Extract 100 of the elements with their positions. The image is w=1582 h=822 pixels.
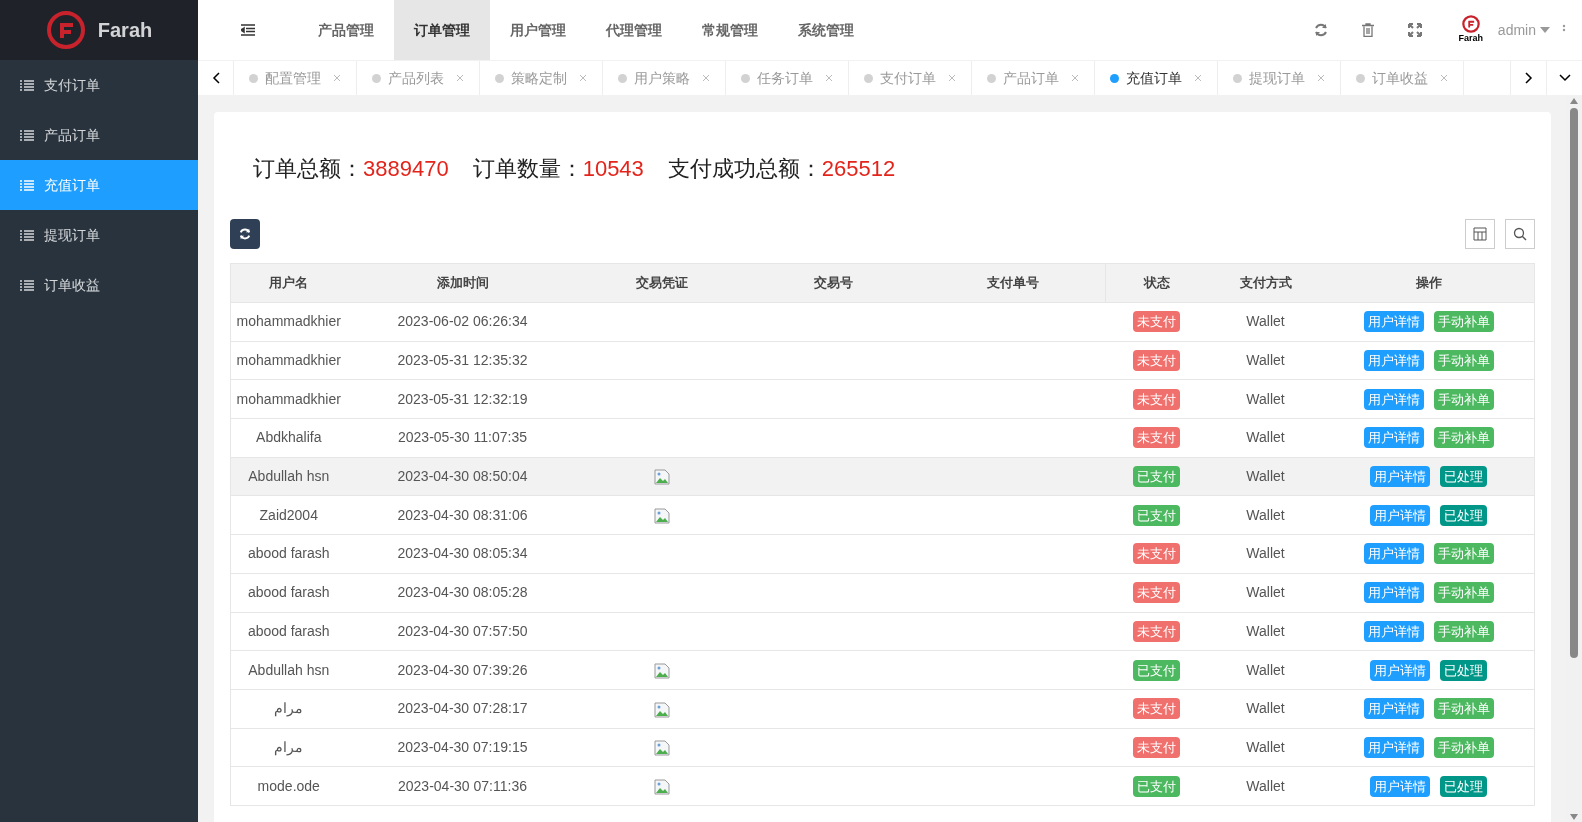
page-tab[interactable]: 任务订单 [726, 61, 849, 95]
column-header: 支付单号 [920, 263, 1106, 303]
user-detail-button[interactable]: 用户详情 [1363, 620, 1424, 642]
table-row[interactable]: Abdkhalifa 2023-05-30 11:07:35 未支付 Wallet 用户详情 手动补单 [230, 418, 1535, 458]
table-cell: 2023-05-31 12:32:19 [397, 390, 528, 407]
column-header: 添加时间 [346, 263, 579, 303]
sidebar-item[interactable]: 支付订单 [0, 60, 198, 110]
user-detail-button[interactable]: 用户详情 [1363, 427, 1424, 449]
user-detail-button[interactable]: 用户详情 [1363, 543, 1424, 565]
action-button[interactable]: 已处理 [1440, 775, 1488, 797]
close-icon[interactable] [825, 74, 833, 82]
close-icon[interactable] [948, 74, 956, 82]
action-button[interactable]: 手动补单 [1433, 350, 1494, 372]
close-icon[interactable] [333, 74, 341, 82]
table-row[interactable]: abood farash 2023-04-30 08:05:28 未支付 Wallet 用户详情 手动补单 [230, 573, 1535, 612]
table-cell: Wallet [1246, 390, 1285, 407]
columns-button[interactable] [1465, 219, 1495, 249]
trash-icon[interactable] [1361, 23, 1374, 37]
list-icon [20, 79, 34, 91]
close-icon[interactable] [1071, 74, 1079, 82]
action-button[interactable]: 手动补单 [1433, 311, 1494, 333]
action-button[interactable]: 手动补单 [1433, 427, 1494, 449]
close-icon[interactable] [456, 74, 464, 82]
page-tab[interactable]: 配置管理 [234, 61, 357, 95]
table-cell: 2023-04-30 07:39:26 [397, 661, 528, 678]
close-icon[interactable] [702, 74, 710, 82]
user-detail-button[interactable]: 用户详情 [1370, 659, 1431, 681]
table-row[interactable]: Abdullah hsn 2023-04-30 08:50:04 已支付 Wallet 用户详情 已处理 [230, 457, 1535, 496]
summary-value: 10543 [582, 155, 644, 183]
menu-icon[interactable] [241, 24, 255, 36]
action-button[interactable]: 已处理 [1440, 659, 1488, 681]
action-button[interactable]: 手动补单 [1433, 582, 1494, 604]
action-button[interactable]: 手动补单 [1433, 388, 1494, 410]
status-badge: 未支付 [1133, 620, 1180, 642]
page-tab[interactable]: 提现订单 [1218, 61, 1341, 95]
user-detail-button[interactable]: 用户详情 [1363, 736, 1424, 758]
close-icon[interactable] [1317, 74, 1325, 82]
table-cell: Wallet [1246, 506, 1285, 523]
user-detail-button[interactable]: 用户详情 [1363, 698, 1424, 720]
table-cell: Wallet [1246, 313, 1285, 330]
refresh-button[interactable] [230, 219, 260, 249]
user-detail-button[interactable]: 用户详情 [1363, 388, 1424, 410]
nav-tab[interactable]: 代理管理 [586, 0, 682, 60]
table-cell: Abdullah hsn [248, 661, 330, 678]
user-detail-button[interactable]: 用户详情 [1370, 775, 1431, 797]
avatar-logo-icon[interactable] [1461, 15, 1480, 33]
scroll-down-icon[interactable] [1570, 814, 1578, 820]
user-detail-button[interactable]: 用户详情 [1363, 582, 1424, 604]
table-row[interactable]: mohammadkhier 2023-05-31 12:32:19 未支付 Wallet 用户详情 手动补单 [230, 379, 1535, 419]
table-cell: 2023-06-02 06:26:34 [397, 313, 528, 330]
user-detail-button[interactable]: 用户详情 [1363, 311, 1424, 333]
sidebar-item[interactable]: 提现订单 [0, 210, 198, 260]
sidebar-item[interactable]: 订单收益 [0, 260, 198, 310]
table-row[interactable]: abood farash 2023-04-30 07:57:50 未支付 Wallet 用户详情 手动补单 [230, 612, 1535, 651]
nav-tab[interactable]: 常规管理 [682, 0, 778, 60]
nav-tab[interactable]: 订单管理 [394, 0, 490, 60]
action-button[interactable]: 手动补单 [1433, 698, 1494, 720]
fullscreen-icon[interactable] [1407, 23, 1422, 37]
action-button[interactable]: 手动补单 [1433, 736, 1494, 758]
user-detail-button[interactable]: 用户详情 [1363, 350, 1424, 372]
table-row[interactable]: mohammadkhier 2023-05-31 12:35:32 未支付 Wallet 用户详情 手动补单 [230, 341, 1535, 380]
scroll-up-icon[interactable] [1570, 98, 1578, 104]
action-button[interactable]: 手动补单 [1433, 620, 1494, 642]
action-button[interactable]: 已处理 [1440, 466, 1488, 488]
table-row[interactable]: mohammadkhier 2023-06-02 06:26:34 未支付 Wallet 用户详情 手动补单 [230, 302, 1535, 342]
nav-tab[interactable]: 用户管理 [490, 0, 586, 60]
page-tab[interactable]: 充值订单 [1095, 61, 1218, 95]
table-row[interactable]: abood farash 2023-04-30 08:05:34 未支付 Wallet 用户详情 手动补单 [230, 534, 1535, 574]
close-icon[interactable] [1440, 74, 1448, 82]
table-cell: Wallet [1246, 584, 1285, 601]
column-header: 交易号 [745, 263, 921, 303]
refresh-icon[interactable] [1313, 23, 1328, 37]
action-button[interactable]: 手动补单 [1433, 543, 1494, 565]
page-tab[interactable]: 订单收益 [1341, 61, 1464, 95]
nav-tab[interactable]: 系统管理 [778, 0, 874, 60]
nav-tab[interactable]: 产品管理 [298, 0, 394, 60]
table-row[interactable]: Abdullah hsn 2023-04-30 07:39:26 已支付 Wallet 用户详情 已处理 [230, 650, 1535, 690]
table-cell: مرام [274, 738, 304, 755]
page-tab[interactable]: 支付订单 [849, 61, 972, 95]
table-cell: mode.ode [257, 777, 320, 794]
page-tab[interactable]: 产品列表 [357, 61, 480, 95]
page-tab[interactable]: 用户策略 [603, 61, 726, 95]
page-tab[interactable]: 产品订单 [972, 61, 1095, 95]
close-icon[interactable] [579, 74, 587, 82]
page-tab[interactable]: 策略定制 [480, 61, 603, 95]
search-button[interactable] [1505, 219, 1535, 249]
table-row[interactable]: mode.ode 2023-04-30 07:11:36 已支付 Wallet 用户详情 已处理 [230, 766, 1535, 806]
action-button[interactable]: 已处理 [1440, 504, 1488, 526]
user-menu[interactable]: admin [1497, 19, 1550, 41]
table-row[interactable]: Zaid2004 2023-04-30 08:31:06 已支付 Wallet 用户详情 已处理 [230, 495, 1535, 535]
table-cell: Wallet [1246, 622, 1285, 639]
user-detail-button[interactable]: 用户详情 [1370, 504, 1431, 526]
user-detail-button[interactable]: 用户详情 [1370, 466, 1431, 488]
close-icon[interactable] [1194, 74, 1202, 82]
table-cell: abood farash [247, 584, 330, 601]
scrollbar-thumb[interactable] [1570, 108, 1578, 658]
sidebar-item[interactable]: 产品订单 [0, 110, 198, 160]
sidebar-item[interactable]: 充值订单 [0, 160, 198, 210]
status-badge: 未支付 [1133, 736, 1180, 758]
status-badge: 已支付 [1133, 504, 1180, 526]
